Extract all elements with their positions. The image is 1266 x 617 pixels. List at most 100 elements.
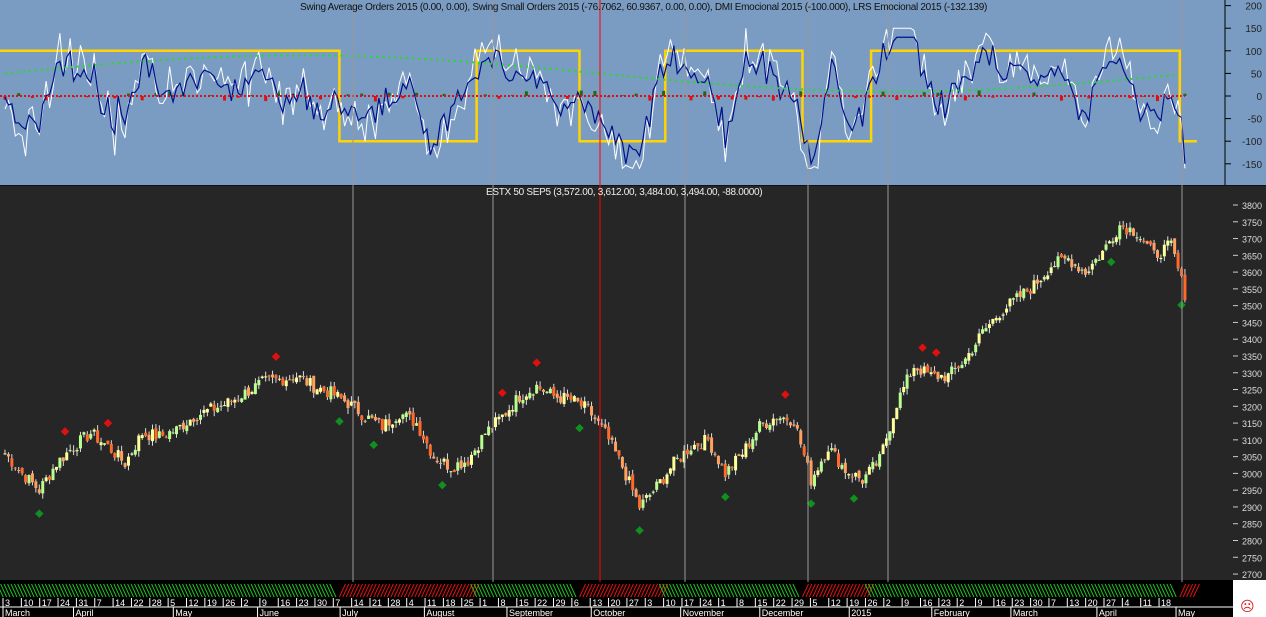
- candle-body: [603, 424, 607, 428]
- regime-hatch: [487, 583, 495, 598]
- candle-body: [356, 401, 360, 415]
- regime-hatch: [85, 583, 93, 598]
- regime-hatch: [68, 583, 76, 598]
- candle-body: [10, 458, 14, 467]
- candle-body: [950, 366, 954, 375]
- candle-body: [799, 430, 803, 445]
- candle-body: [157, 431, 161, 438]
- candle-body: [933, 370, 937, 374]
- regime-hatch: [898, 583, 906, 598]
- candle-body: [614, 441, 618, 452]
- candle-body: [240, 398, 244, 402]
- regime-hatch: [741, 583, 748, 598]
- candle-body: [987, 324, 991, 328]
- month-label: July: [342, 608, 359, 617]
- regime-hatch: [397, 583, 405, 598]
- candle-body: [1001, 314, 1005, 316]
- candle-body: [274, 375, 278, 379]
- sad-face-icon[interactable]: ☹: [1240, 598, 1255, 615]
- indicator-axis-label: 100: [1245, 47, 1262, 58]
- regime-hatch: [933, 583, 941, 598]
- candle-body: [319, 387, 323, 392]
- candle-body: [387, 419, 391, 426]
- candle-body: [672, 456, 676, 471]
- candle-body: [1094, 259, 1098, 263]
- regime-hatch: [953, 583, 961, 598]
- candle-body: [548, 388, 552, 394]
- candle-body: [1042, 276, 1046, 280]
- candle-body: [751, 439, 755, 450]
- regime-hatch: [277, 583, 285, 598]
- regime-hatch: [452, 583, 459, 598]
- regime-hatch: [521, 583, 529, 598]
- regime-hatch: [79, 583, 87, 598]
- candle-body: [137, 435, 141, 452]
- candle-body: [404, 412, 408, 417]
- candle-body: [312, 375, 316, 393]
- candle-body: [764, 423, 768, 428]
- regime-hatch: [825, 583, 833, 598]
- regime-hatch: [881, 583, 889, 598]
- candle-body: [391, 424, 395, 428]
- indicator-axis-label: 0: [1256, 92, 1262, 103]
- candle-body: [1138, 239, 1142, 241]
- regime-hatch: [315, 583, 323, 598]
- regime-hatch: [916, 583, 923, 598]
- candle-body: [946, 373, 950, 383]
- regime-hatch: [414, 583, 422, 598]
- candle-body: [967, 353, 971, 361]
- regime-hatch: [31, 583, 38, 598]
- candle-body: [692, 444, 696, 450]
- candle-body: [435, 460, 439, 463]
- candle-body: [737, 454, 741, 456]
- candle-body: [480, 435, 484, 449]
- candle-body: [415, 423, 419, 426]
- regime-hatch: [151, 583, 159, 598]
- regime-hatch: [710, 583, 718, 598]
- candle-body: [812, 474, 816, 487]
- candle-body: [370, 415, 374, 418]
- candle-body: [315, 389, 319, 395]
- regime-hatch: [209, 583, 217, 598]
- regime-hatch: [494, 583, 502, 598]
- candle-body: [641, 499, 645, 508]
- price-axis-label: 3400: [1242, 335, 1262, 345]
- regime-hatch: [264, 583, 272, 598]
- candle-body: [847, 474, 851, 476]
- candle-body: [229, 400, 233, 402]
- regime-hatch: [1186, 583, 1194, 598]
- candle-body: [1022, 288, 1026, 299]
- regime-hatch: [1114, 583, 1122, 598]
- candle-body: [703, 435, 707, 451]
- sell-signal-marker: [918, 343, 927, 352]
- candle-body: [1173, 238, 1177, 254]
- candle-body: [912, 368, 916, 377]
- candle-body: [34, 481, 38, 489]
- regime-hatch: [957, 583, 965, 598]
- candle-body: [891, 418, 895, 434]
- candle-body: [92, 429, 96, 432]
- regime-hatch: [216, 583, 224, 598]
- candle-body: [281, 378, 285, 386]
- candle-body: [631, 474, 635, 491]
- candle-body: [562, 392, 566, 405]
- regime-hatch: [37, 583, 45, 598]
- candle-body: [596, 418, 600, 422]
- regime-hatch: [1121, 583, 1129, 598]
- candle-body: [336, 391, 340, 397]
- candle-body: [264, 376, 268, 378]
- regime-hatch: [538, 583, 546, 598]
- regime-hatch: [548, 583, 556, 598]
- regime-hatch: [195, 583, 203, 598]
- price-axis-label: 2800: [1242, 537, 1262, 547]
- regime-hatch: [58, 583, 66, 598]
- regime-hatch: [295, 583, 303, 598]
- regime-hatch: [518, 583, 525, 598]
- candle-body: [857, 470, 861, 479]
- regime-hatch: [438, 583, 446, 598]
- regime-hatch: [257, 583, 265, 598]
- indicator-axis-label: 200: [1245, 2, 1262, 13]
- regime-hatch: [977, 583, 985, 598]
- candle-body: [247, 387, 251, 396]
- candle-body: [662, 479, 666, 484]
